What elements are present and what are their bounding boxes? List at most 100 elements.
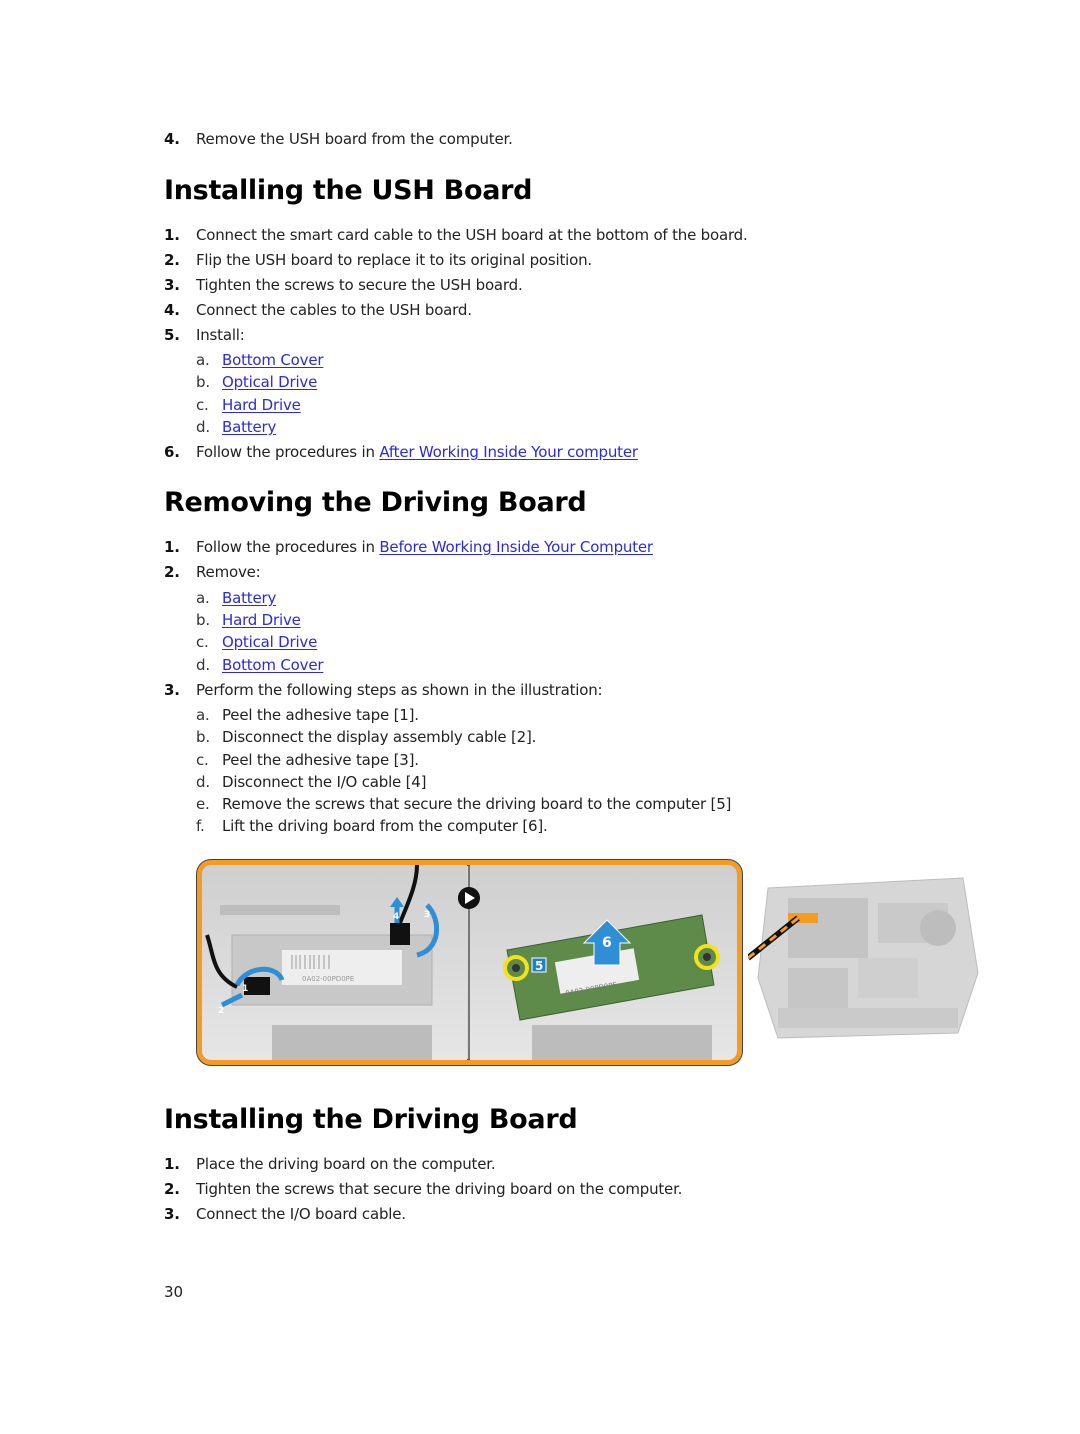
substep-text: Peel the adhesive tape [1]. (222, 706, 419, 724)
driving-board-illustration: 0A02-00PD0PE 4 3 2 1 0A02-00PD0PE 5 6 (197, 860, 742, 1065)
callout-2: 2 (218, 1006, 224, 1016)
io-connector (390, 923, 410, 945)
step-number: 2. (164, 1180, 180, 1198)
drive-bay (858, 958, 918, 998)
connector-strip (220, 905, 340, 915)
substep-letter: f. (196, 817, 205, 835)
sub-list-item: a. Bottom Cover (196, 350, 324, 370)
sub-list-item: b. Hard Drive (196, 610, 301, 630)
drive-plate (532, 1025, 712, 1060)
step-number: 1. (164, 226, 180, 244)
substep-text: Peel the adhesive tape [3]. (222, 751, 419, 769)
sub-list-item: c. Optical Drive (196, 632, 317, 652)
optical-bay (788, 968, 848, 1008)
step-text: Follow the procedures in (196, 538, 380, 556)
sub-list-item: d. Battery (196, 417, 276, 437)
substep-letter: c. (196, 633, 209, 651)
list-item: 4. Remove the USH board from the computer… (164, 129, 513, 149)
step-number: 3. (164, 681, 180, 699)
list-item: 1. Place the driving board on the compute… (164, 1154, 496, 1174)
substep-letter: b. (196, 728, 210, 746)
step-number: 2. (164, 563, 180, 581)
step-text: Tighten the screws that secure the drivi… (196, 1180, 683, 1198)
substep-letter: c. (196, 396, 209, 414)
list-item: 2. Tighten the screws that secure the dri… (164, 1179, 682, 1199)
step-number: 3. (164, 276, 180, 294)
substep-text: Remove the screws that secure the drivin… (222, 795, 732, 813)
callout-5: 5 (535, 959, 543, 973)
link-battery[interactable]: Battery (222, 589, 276, 607)
step-text: Remove: (196, 563, 261, 581)
substep-letter: b. (196, 373, 210, 391)
section-heading: Installing the USH Board (164, 175, 533, 206)
list-item: 1. Connect the smart card cable to the US… (164, 225, 748, 245)
drive-plate (272, 1025, 432, 1060)
document-page: 4. Remove the USH board from the computer… (0, 0, 1080, 1434)
board-area (788, 898, 868, 958)
list-item: 3. Connect the I/O board cable. (164, 1204, 406, 1224)
section-heading: Installing the Driving Board (164, 1104, 578, 1135)
step-text: Remove the USH board from the computer. (196, 130, 513, 148)
link-optical-drive[interactable]: Optical Drive (222, 373, 317, 391)
substep-letter: b. (196, 611, 210, 629)
step-text: Connect the cables to the USH board. (196, 301, 472, 319)
step-number: 1. (164, 538, 180, 556)
callout-6: 6 (602, 935, 612, 951)
step-text: Tighten the screws to secure the USH boa… (196, 276, 523, 294)
link-bottom-cover[interactable]: Bottom Cover (222, 351, 324, 369)
step-number: 3. (164, 1205, 180, 1223)
callout-1: 1 (242, 984, 248, 994)
step-number: 2. (164, 251, 180, 269)
link-hard-drive[interactable]: Hard Drive (222, 611, 301, 629)
substep-letter: a. (196, 589, 210, 607)
sub-list-item: d. Bottom Cover (196, 655, 324, 675)
link-before-working-inside[interactable]: Before Working Inside Your Computer (379, 538, 653, 556)
system-overview-illustration (748, 858, 983, 1048)
overview-canvas (748, 877, 979, 1039)
substep-text: Disconnect the display assembly cable [2… (222, 728, 537, 746)
screw-head-icon (512, 964, 520, 972)
page-number: 30 (164, 1283, 184, 1301)
substep-letter: d. (196, 773, 210, 791)
step-number: 1. (164, 1155, 180, 1173)
list-item: 3. Tighten the screws to secure the USH b… (164, 275, 523, 295)
callout-3: 3 (424, 910, 430, 920)
link-hard-drive[interactable]: Hard Drive (222, 396, 301, 414)
list-item: 3. Perform the following steps as shown i… (164, 680, 603, 700)
list-item: 2. Remove: (164, 562, 261, 582)
sub-list-item: a. Battery (196, 588, 276, 608)
step-number: 4. (164, 130, 180, 148)
step-text: Connect the smart card cable to the USH … (196, 226, 748, 244)
substep-letter: d. (196, 418, 210, 436)
sub-list-item: c. Peel the adhesive tape [3]. (196, 750, 419, 770)
substep-letter: a. (196, 351, 210, 369)
list-item: 4. Connect the cables to the USH board. (164, 300, 472, 320)
section-heading: Removing the Driving Board (164, 487, 587, 518)
step-number: 4. (164, 301, 180, 319)
sub-list-item: f. Lift the driving board from the comput… (196, 816, 548, 836)
step-text: Place the driving board on the computer. (196, 1155, 496, 1173)
illustration-canvas: 0A02-00PD0PE 4 3 2 1 0A02-00PD0PE 5 6 (202, 865, 737, 1060)
step-text: Install: (196, 326, 245, 344)
sub-list-item: c. Hard Drive (196, 395, 301, 415)
link-bottom-cover[interactable]: Bottom Cover (222, 656, 324, 674)
step-number: 6. (164, 443, 180, 461)
handle (778, 1008, 958, 1028)
link-optical-drive[interactable]: Optical Drive (222, 633, 317, 651)
substep-text: Disconnect the I/O cable [4] (222, 773, 427, 791)
sub-list-item: b. Optical Drive (196, 372, 317, 392)
sub-list-item: e. Remove the screws that secure the driv… (196, 794, 731, 814)
list-item: 5. Install: (164, 325, 245, 345)
sub-list-item: b. Disconnect the display assembly cable … (196, 727, 536, 747)
callout-4: 4 (393, 912, 399, 922)
link-battery[interactable]: Battery (222, 418, 276, 436)
step-text: Follow the procedures in (196, 443, 380, 461)
step-text: Flip the USH board to replace it to its … (196, 251, 592, 269)
substep-letter: d. (196, 656, 210, 674)
list-item: 2. Flip the USH board to replace it to it… (164, 250, 592, 270)
sub-list-item: d. Disconnect the I/O cable [4] (196, 772, 427, 792)
screw-head-icon (703, 953, 711, 961)
fan-icon (920, 910, 956, 946)
list-item: 6. Follow the procedures in After Working… (164, 442, 638, 462)
link-after-working-inside[interactable]: After Working Inside Your computer (379, 443, 638, 461)
